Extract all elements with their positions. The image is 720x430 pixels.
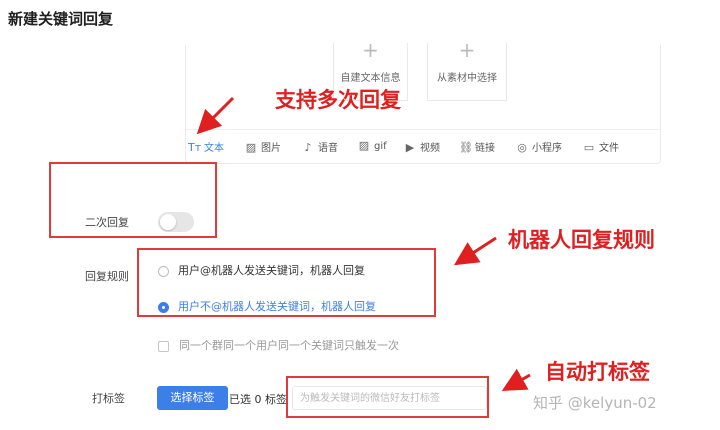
arrow-to-tag-input xyxy=(501,368,531,391)
watermark: 知乎 @kelyun-02 xyxy=(533,394,657,412)
annotation-arrows xyxy=(196,96,531,391)
arrow-to-reply-rule xyxy=(453,236,497,266)
arrow-to-text-tool xyxy=(196,96,235,135)
